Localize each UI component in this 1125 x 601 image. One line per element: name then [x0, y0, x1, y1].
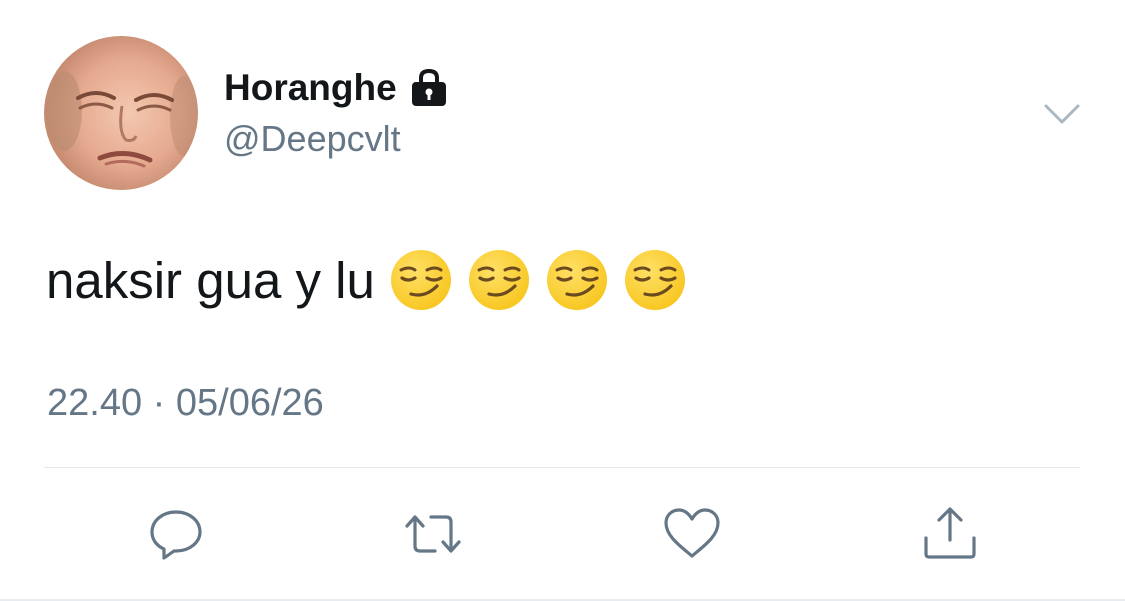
handle[interactable]: @Deepcvlt [224, 118, 401, 160]
tweet-date: 05/06/26 [175, 382, 324, 424]
smirking-face-emoji [390, 250, 451, 310]
share-button[interactable] [918, 502, 982, 566]
heart-icon [664, 508, 720, 558]
tweet-time: 22.40 [47, 382, 143, 424]
smirking-face-emoji [546, 250, 607, 310]
display-name[interactable]: Horanghe [224, 67, 397, 109]
smirking-face-emoji [624, 250, 685, 310]
tweet-card: Horanghe @Deepcvlt naksir gua y lu 22.40… [0, 0, 1125, 601]
share-icon [924, 507, 976, 559]
retweet-button[interactable] [401, 502, 465, 566]
lock-icon [407, 68, 451, 108]
divider [44, 467, 1080, 468]
retweet-icon [405, 515, 461, 553]
avatar-image [46, 71, 198, 168]
separator-dot: · [152, 382, 166, 424]
tweet-body: naksir gua y lu [46, 248, 701, 312]
avatar[interactable] [44, 36, 198, 190]
timestamp[interactable]: 22.40 · 05/06/26 [47, 382, 324, 425]
reply-icon [150, 510, 202, 560]
display-name-row: Horanghe [224, 66, 451, 110]
smirking-face-emoji [468, 250, 529, 310]
reply-button[interactable] [144, 502, 208, 566]
emoji-list [389, 248, 701, 312]
timestamp-separator: · [142, 382, 176, 425]
like-button[interactable] [660, 502, 724, 566]
chevron-down-icon[interactable] [1040, 96, 1084, 132]
tweet-text: naksir gua y lu [46, 251, 375, 309]
